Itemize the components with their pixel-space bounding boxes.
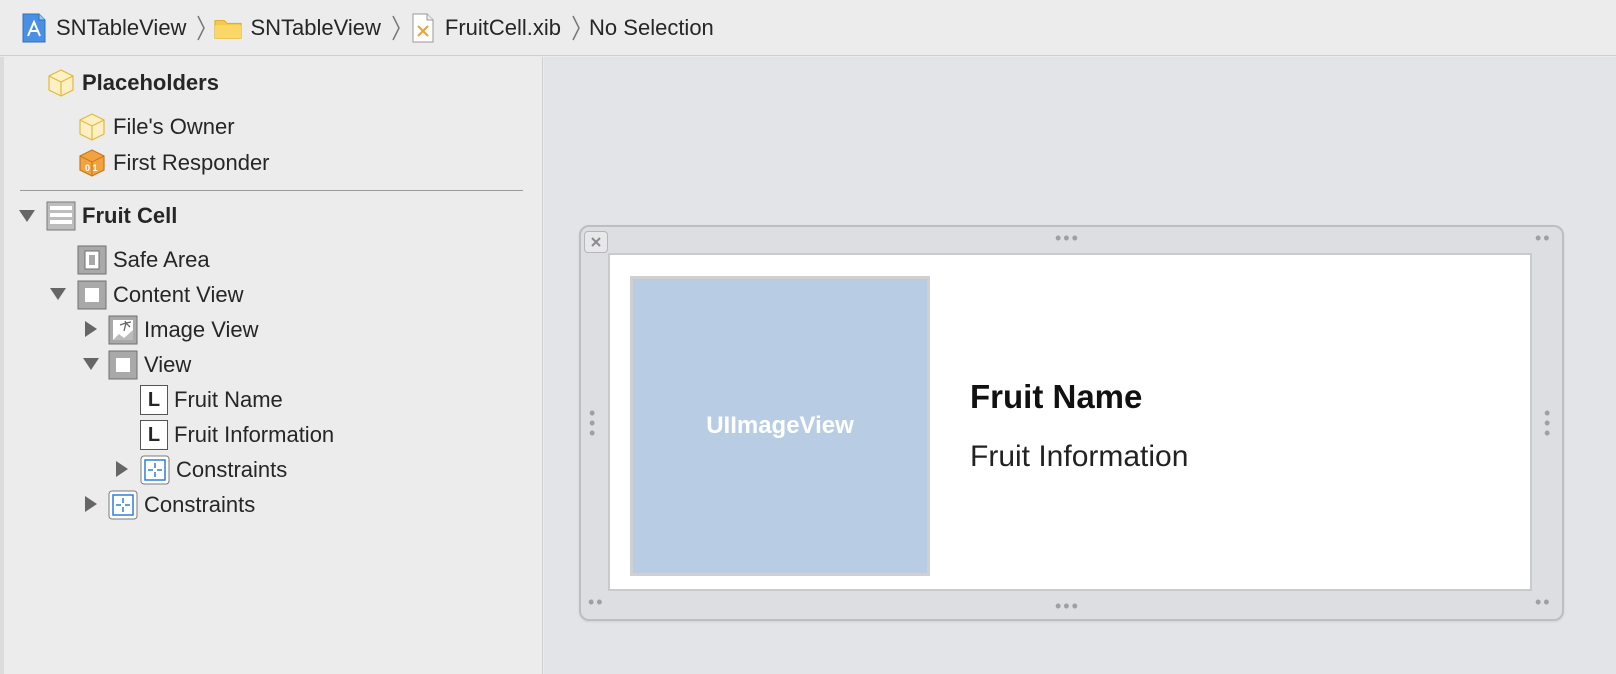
- disclosure-expanded-icon[interactable]: [49, 285, 67, 303]
- constraints-icon: [140, 455, 170, 485]
- outline-files-owner-label: File's Owner: [113, 114, 235, 139]
- outline-constraints-outer[interactable]: Constraints: [108, 488, 255, 522]
- chevron-right-icon: [194, 13, 208, 43]
- close-icon[interactable]: [584, 231, 608, 253]
- outline-first-responder[interactable]: 0 1 First Responder: [77, 146, 270, 180]
- breadcrumb-folder-label: SNTableView: [250, 14, 381, 40]
- jump-bar: SNTableView SNTableView FruitCell.xib No…: [0, 0, 1616, 56]
- chevron-right-icon: [389, 13, 403, 43]
- resize-handle-right[interactable]: • • •: [1544, 404, 1550, 442]
- breadcrumb-folder[interactable]: SNTableView: [214, 8, 381, 48]
- outline-image-view[interactable]: Image View: [108, 313, 259, 347]
- outline-constraints-inner[interactable]: Constraints: [140, 453, 287, 487]
- label-icon: L: [140, 420, 168, 450]
- first-responder-icon: 0 1: [77, 148, 107, 178]
- resize-handle-top-right[interactable]: ••: [1535, 229, 1552, 247]
- resize-handle-top[interactable]: •••: [1055, 229, 1080, 247]
- outline-content-view[interactable]: Content View: [77, 278, 243, 312]
- outline-constraints-inner-label: Constraints: [176, 457, 288, 482]
- disclosure-expanded-icon[interactable]: [18, 207, 36, 225]
- svg-text:0 1: 0 1: [85, 163, 98, 173]
- outline-constraints-outer-label: Constraints: [144, 492, 256, 517]
- outline-fruit-information[interactable]: L Fruit Information: [140, 418, 334, 452]
- resize-handle-bottom-right[interactable]: ••: [1535, 593, 1552, 611]
- outline-view-label: View: [144, 352, 192, 377]
- breadcrumb-file[interactable]: FruitCell.xib: [409, 8, 561, 48]
- outline-first-responder-label: First Responder: [113, 150, 270, 175]
- outline-image-view-label: Image View: [144, 317, 259, 342]
- resize-handle-bottom[interactable]: •••: [1055, 597, 1080, 615]
- outline-content-view-label: Content View: [113, 282, 244, 307]
- resize-handle-left[interactable]: • • •: [589, 404, 595, 442]
- outline-placeholders[interactable]: Placeholders: [46, 66, 219, 100]
- outline-safe-area-label: Safe Area: [113, 247, 210, 272]
- table-cell-icon: [46, 201, 76, 231]
- view-icon: [108, 350, 138, 380]
- canvas-fruit-information-label[interactable]: Fruit Information: [970, 440, 1188, 474]
- safe-area-icon: [77, 245, 107, 275]
- outline-fruit-information-label: Fruit Information: [174, 422, 335, 447]
- resize-handle-bottom-left[interactable]: ••: [588, 593, 605, 611]
- outline-placeholders-label: Placeholders: [82, 70, 219, 95]
- disclosure-expanded-icon[interactable]: [82, 355, 100, 373]
- image-view-placeholder[interactable]: UIImageView: [630, 276, 930, 576]
- image-view-icon: [108, 315, 138, 345]
- placeholder-cube-icon: [46, 68, 76, 98]
- breadcrumb-selection-label: No Selection: [589, 14, 714, 40]
- breadcrumb-selection[interactable]: No Selection: [589, 8, 714, 48]
- xib-file-icon: [409, 13, 437, 43]
- view-icon: [77, 280, 107, 310]
- disclosure-collapsed-icon[interactable]: [82, 320, 100, 338]
- label-icon: L: [140, 385, 168, 415]
- disclosure-collapsed-icon[interactable]: [113, 460, 131, 478]
- canvas-fruit-name-label[interactable]: Fruit Name: [970, 378, 1142, 416]
- placeholder-cube-icon: [77, 112, 107, 142]
- outline-fruit-name[interactable]: L Fruit Name: [140, 383, 283, 417]
- outline-view[interactable]: View: [108, 348, 191, 382]
- outline-fruit-name-label: Fruit Name: [174, 387, 283, 412]
- breadcrumb-project-label: SNTableView: [56, 14, 187, 40]
- outline-fruit-cell-label: Fruit Cell: [82, 203, 178, 228]
- breadcrumb-project[interactable]: SNTableView: [20, 8, 186, 48]
- image-view-placeholder-label: UIImageView: [706, 412, 854, 439]
- disclosure-collapsed-icon[interactable]: [82, 495, 100, 513]
- xcode-project-icon: [20, 13, 48, 43]
- chevron-right-icon: [569, 13, 583, 43]
- constraints-icon: [108, 490, 138, 520]
- outline-divider: [20, 190, 523, 191]
- folder-icon: [214, 13, 242, 43]
- outline-safe-area[interactable]: Safe Area: [77, 243, 210, 277]
- outline-files-owner[interactable]: File's Owner: [77, 110, 235, 144]
- breadcrumb-file-label: FruitCell.xib: [444, 14, 562, 40]
- outline-fruit-cell[interactable]: Fruit Cell: [46, 199, 177, 233]
